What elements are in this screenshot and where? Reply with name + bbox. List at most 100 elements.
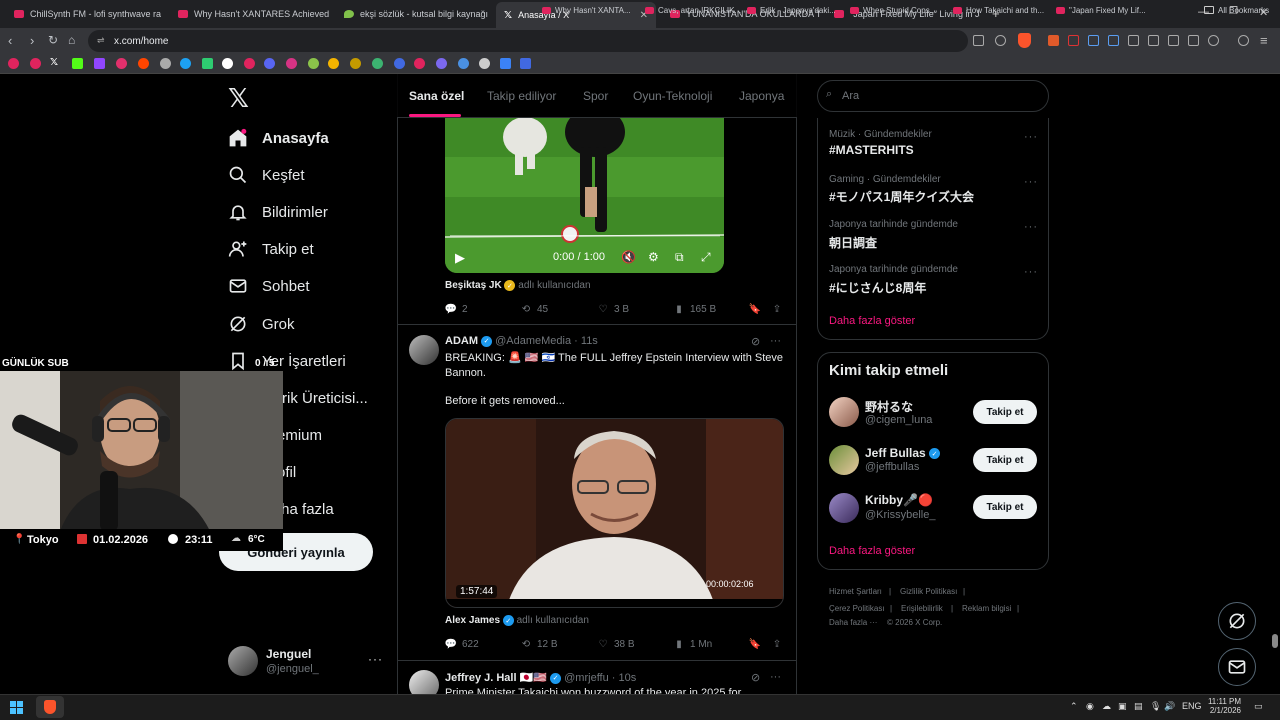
terms-link[interactable]: Hizmet Şartları — [829, 587, 882, 596]
all-bookmarks[interactable]: All Bookmarks — [1204, 3, 1269, 17]
repost-button[interactable]: ⟲ 12 B — [520, 638, 558, 650]
show-more-trends-link[interactable]: Daha fazla göster — [829, 315, 915, 327]
mute-icon[interactable]: 🔇 — [621, 250, 636, 264]
follow-button[interactable]: Takip et — [973, 495, 1037, 519]
grok-icon[interactable]: ⊘ — [751, 335, 760, 348]
x-logo-icon[interactable]: 𝕏 — [50, 57, 58, 68]
puzzle-icon[interactable] — [1128, 35, 1139, 46]
tab-following[interactable]: Takip ediliyor — [487, 89, 556, 103]
bookmark-site-icon[interactable] — [350, 58, 361, 69]
avatar[interactable] — [829, 445, 859, 475]
bookmark-item[interactable]: "Japan Fixed My Lif... — [1056, 3, 1146, 17]
grok-fab[interactable] — [1218, 602, 1256, 640]
nav-item-follow[interactable]: Takip et — [228, 236, 314, 262]
bookmark-item[interactable]: How Takaichi and th... — [953, 3, 1044, 17]
tray-app-icon[interactable]: ◉ — [1086, 701, 1094, 712]
bookmark-site-icon[interactable] — [180, 58, 191, 69]
views-button[interactable]: ▮ 1 Mn — [673, 638, 712, 650]
trend-name[interactable]: #モノパス1周年クイズ大会 — [829, 188, 974, 205]
author-handle[interactable]: @mrjeffu — [564, 672, 609, 684]
extension-icon[interactable] — [1048, 35, 1059, 46]
messages-fab[interactable] — [1218, 648, 1256, 686]
cookies-link[interactable]: Çerez Politikası — [829, 604, 885, 613]
reddit-icon[interactable] — [138, 58, 149, 69]
show-more-follow-link[interactable]: Daha fazla göster — [829, 545, 915, 557]
avatar[interactable] — [409, 335, 439, 365]
trend-name[interactable]: #MASTERHITS — [829, 143, 914, 157]
trend-name[interactable]: 朝日調査 — [829, 234, 877, 251]
post-video[interactable]: 1:57:44 00:00:02:06 — [445, 418, 784, 608]
bookmark-site-icon[interactable] — [202, 58, 213, 69]
tray-mic-icon[interactable]: 🎙 — [1150, 701, 1161, 712]
tray-cloud-icon[interactable]: ☁ — [1102, 701, 1111, 712]
nav-item-chat[interactable]: Sohbet — [228, 273, 310, 299]
post-time[interactable]: · 10s — [612, 672, 636, 684]
menu-icon[interactable]: ≡ — [1260, 33, 1268, 48]
trend-more-icon[interactable]: ··· — [1024, 176, 1038, 188]
instagram-icon[interactable] — [116, 58, 127, 69]
suggested-name-row[interactable]: Jeff Bullas ✓ — [865, 446, 941, 460]
bookmark-site-icon[interactable] — [458, 58, 469, 69]
bookmark-site-icon[interactable] — [328, 58, 339, 69]
repost-button[interactable]: ⟲ 45 — [520, 303, 548, 315]
home-browser-icon[interactable]: ⌂ — [68, 33, 75, 47]
bookmark-item[interactable]: Cavs, artan IRKÇILIK... — [645, 3, 741, 17]
suggested-name[interactable]: 野村るな — [865, 398, 913, 415]
scrollbar-thumb[interactable] — [1272, 634, 1278, 648]
bookmark-item[interactable]: Why Hasn't XANTA... — [542, 3, 631, 17]
tab-sports[interactable]: Spor — [583, 89, 608, 103]
tray-app-icon[interactable]: ▤ — [1134, 701, 1143, 712]
play-icon[interactable]: ▶ — [455, 250, 465, 266]
browser-tab[interactable]: Why Hasn't XANTARES Achieved AN — [170, 3, 330, 25]
post-more-icon[interactable]: ··· — [770, 335, 781, 347]
tray-chevron-icon[interactable]: ⌃ — [1070, 701, 1078, 712]
bookmark-post-button[interactable]: 🔖 — [749, 638, 761, 650]
grok-icon[interactable]: ⊘ — [751, 671, 760, 684]
reply-button[interactable]: 💬 622 — [445, 638, 479, 650]
post-video[interactable]: ▶ 0:00 / 1:00 🔇 ⚙ ⧉ ⤢ — [445, 117, 724, 273]
bookmark-item[interactable]: When Stupid Cops... — [850, 3, 936, 17]
extension-icon[interactable] — [1068, 35, 1079, 46]
site-settings-icon[interactable]: ⇌ — [97, 35, 105, 46]
avatar[interactable] — [228, 646, 258, 676]
windows-start-icon[interactable] — [10, 701, 23, 714]
taskbar-app-brave[interactable] — [36, 696, 64, 718]
search-input[interactable]: ⌕ Ara — [817, 80, 1049, 112]
trend-more-icon[interactable]: ··· — [1024, 266, 1038, 278]
bookmark-site-icon[interactable] — [308, 58, 319, 69]
share-icon[interactable] — [995, 35, 1006, 46]
settings-icon[interactable]: ⚙ — [648, 250, 659, 264]
bookmark-site-icon[interactable] — [244, 58, 255, 69]
nav-item-notifications[interactable]: Bildirimler — [228, 199, 328, 225]
x-logo-icon[interactable]: 𝕏 — [228, 84, 249, 114]
forward-icon[interactable]: › — [30, 33, 34, 48]
reply-button[interactable]: 💬 2 — [445, 303, 468, 315]
browser-tab[interactable]: ekşi sözlük - kutsal bilgi kaynağı — [336, 3, 496, 25]
avatar[interactable] — [829, 397, 859, 427]
like-button[interactable]: ♡ 3 B — [597, 303, 630, 315]
follow-button[interactable]: Takip et — [973, 448, 1037, 472]
bookmark-site-icon[interactable] — [372, 58, 383, 69]
youtube-icon[interactable] — [30, 58, 41, 69]
bookmark-post-button[interactable]: 🔖 — [749, 303, 761, 315]
follow-button[interactable]: Takip et — [973, 400, 1037, 424]
taskbar-clock[interactable]: 11:11 PM 2/1/2026 — [1207, 697, 1241, 715]
privacy-link[interactable]: Gizlilik Politikası — [900, 587, 957, 596]
tray-app-icon[interactable]: ▣ — [1118, 701, 1127, 712]
back-icon[interactable]: ‹ — [8, 33, 12, 48]
account-menu-icon[interactable]: ··· — [368, 652, 383, 666]
bookmark-site-icon[interactable] — [394, 58, 405, 69]
bookmark-site-icon[interactable] — [8, 58, 19, 69]
bookmark-item[interactable]: Erlik - Japonya'daki... — [747, 3, 836, 17]
post-source[interactable]: Beşiktaş JK ✓ adlı kullanıcıdan — [445, 280, 591, 291]
browser-tab[interactable]: ChillSynth FM - lofi synthwave ra — [6, 3, 164, 25]
fullscreen-icon[interactable]: ⤢ — [701, 250, 711, 265]
more-link[interactable]: Daha fazla ··· — [829, 618, 877, 627]
bookmark-site-icon[interactable] — [222, 58, 233, 69]
nav-item-explore[interactable]: Keşfet — [228, 162, 305, 188]
pip-icon[interactable]: ⧉ — [675, 250, 684, 265]
tray-volume-icon[interactable]: 🔊 — [1164, 701, 1175, 712]
sidebar-icon[interactable] — [1148, 35, 1159, 46]
language-indicator[interactable]: ENG — [1182, 701, 1202, 711]
trend-more-icon[interactable]: ··· — [1024, 131, 1038, 143]
